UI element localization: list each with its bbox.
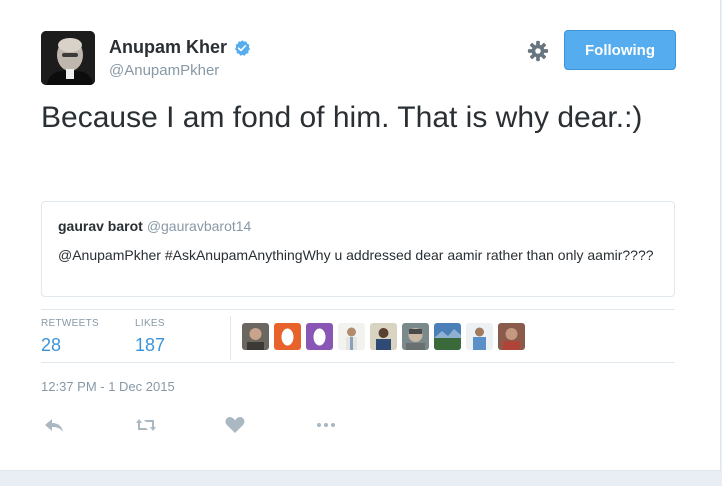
quoted-tweet-header: gaurav barot @gauravbarot14 — [58, 218, 251, 234]
tweet-timestamp[interactable]: 12:37 PM - 1 Dec 2015 — [41, 379, 175, 394]
quoted-tweet[interactable]: gaurav barot @gauravbarot14 @AnupamPkher … — [41, 201, 675, 297]
liker-avatar[interactable] — [306, 323, 333, 350]
verified-badge-icon — [234, 39, 251, 56]
liker-avatar[interactable] — [498, 323, 525, 350]
likes-label: LIKES — [135, 318, 165, 329]
following-button[interactable]: Following — [564, 30, 676, 70]
gear-icon[interactable] — [527, 40, 549, 62]
stats-bottom-divider — [41, 362, 675, 363]
tweet-text: Because I am fond of him. That is why de… — [41, 101, 643, 134]
author-handle[interactable]: @AnupamPkher — [109, 62, 219, 79]
quoted-author-name: gaurav barot — [58, 218, 143, 234]
liker-avatars — [242, 323, 525, 350]
liker-avatar[interactable] — [402, 323, 429, 350]
author-name[interactable]: Anupam Kher — [109, 37, 251, 58]
stats-top-divider — [41, 309, 675, 310]
liker-avatar[interactable] — [370, 323, 397, 350]
avatar-image — [41, 31, 95, 85]
liker-avatar[interactable] — [242, 323, 269, 350]
retweet-icon[interactable] — [135, 415, 157, 435]
quoted-tweet-text: @AnupamPkher #AskAnupamAnythingWhy u add… — [58, 247, 654, 263]
reply-icon[interactable] — [43, 415, 65, 435]
liker-avatar[interactable] — [466, 323, 493, 350]
like-icon[interactable] — [224, 415, 246, 435]
retweets-label: RETWEETS — [41, 318, 99, 329]
retweets-count: 28 — [41, 335, 62, 355]
quoted-author-handle: @gauravbarot14 — [146, 218, 252, 234]
author-avatar[interactable] — [41, 31, 95, 85]
likes-count: 187 — [135, 335, 166, 355]
more-icon[interactable] — [315, 415, 337, 435]
liker-avatar[interactable] — [338, 323, 365, 350]
tweet-card: Anupam Kher @AnupamPkher Following Becau… — [0, 0, 721, 471]
liker-avatar[interactable] — [434, 323, 461, 350]
author-name-text: Anupam Kher — [109, 37, 228, 57]
liker-avatar[interactable] — [274, 323, 301, 350]
likes-stat[interactable]: LIKES 187 — [135, 318, 165, 356]
retweets-stat[interactable]: RETWEETS 28 — [41, 318, 99, 356]
stats-separator — [230, 316, 231, 360]
